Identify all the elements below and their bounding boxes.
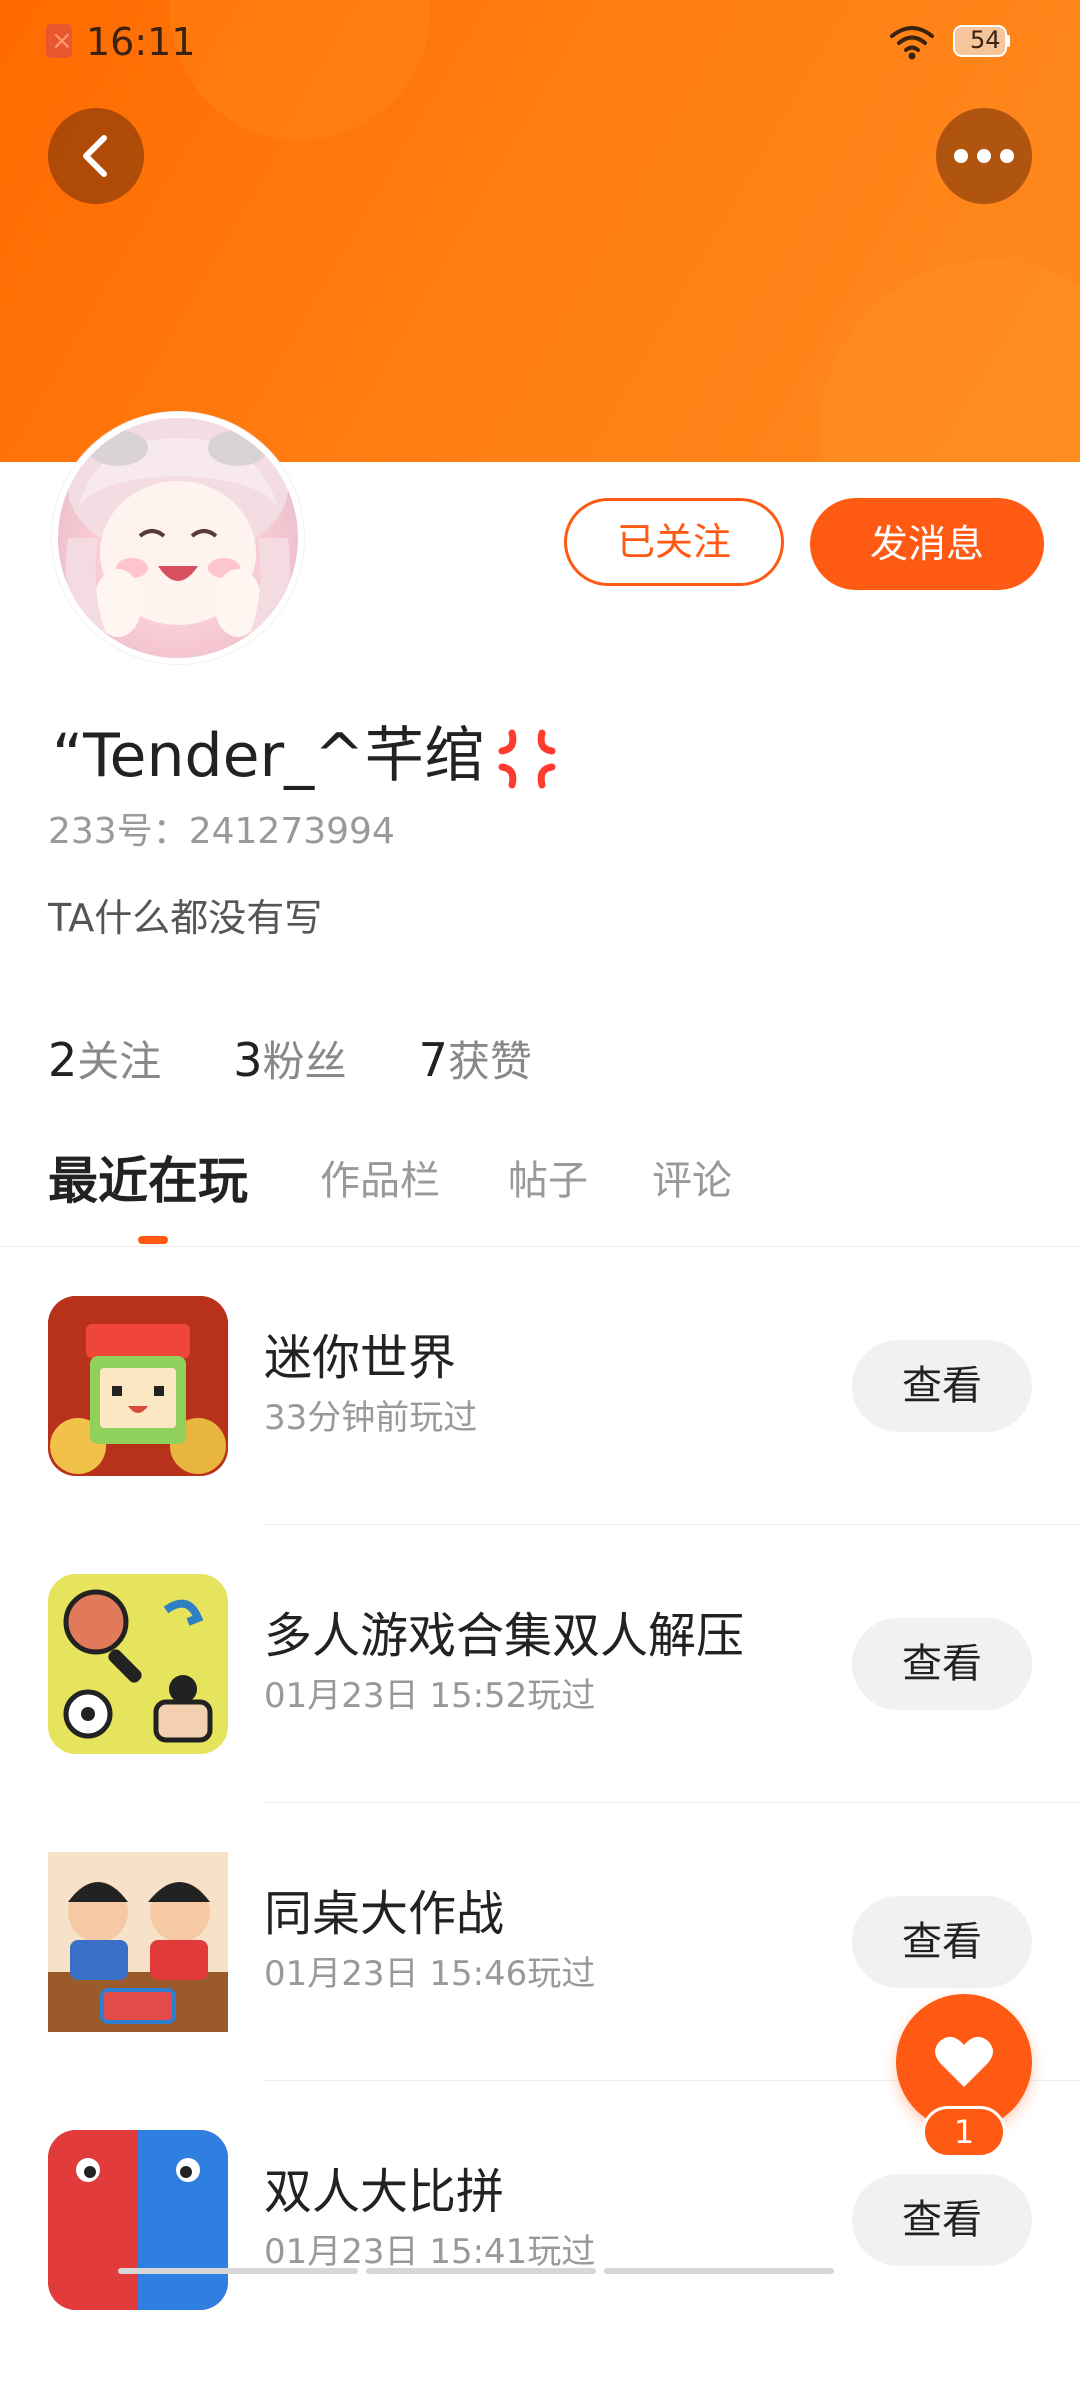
no-sim-icon <box>46 24 73 58</box>
scroll-segment <box>366 2268 596 2274</box>
view-button[interactable]: 查看 <box>852 1618 1032 1710</box>
game-title: 迷你世界 <box>264 1330 457 1386</box>
game-title: 同桌大作战 <box>264 1886 505 1942</box>
stat-label: 粉丝 <box>262 1037 347 1086</box>
send-message-button[interactable]: 发消息 <box>810 498 1044 590</box>
user-id: 233号：241273994 <box>48 811 395 852</box>
battery-level: 54 <box>970 26 1001 54</box>
stat-fans[interactable]: 3粉丝 <box>233 1030 346 1092</box>
avatar[interactable] <box>52 412 304 664</box>
username: “Tender_^芊绾 <box>52 716 564 796</box>
stat-number: 7 <box>418 1033 448 1087</box>
game-played-time: 01月23日 15:46玩过 <box>264 1954 596 1994</box>
tab-posts[interactable]: 帖子 <box>508 1146 588 1216</box>
tab-indicator <box>138 1236 168 1244</box>
game-icon-mini-world <box>48 1296 228 1476</box>
stat-likes[interactable]: 7获赞 <box>419 1030 532 1092</box>
tab-comments[interactable]: 评论 <box>652 1146 732 1216</box>
divider <box>264 1802 1080 1803</box>
game-title: 双人大比拼 <box>264 2164 505 2220</box>
user-bio: TA什么都没有写 <box>48 896 323 940</box>
two-player-artwork <box>48 2130 228 2310</box>
game-played-time: 33分钟前玩过 <box>264 1398 478 1438</box>
following-button[interactable]: 已关注 <box>564 498 784 586</box>
desk-battle-artwork <box>48 1852 228 2032</box>
scroll-segment <box>604 2268 834 2274</box>
back-button[interactable] <box>48 108 144 204</box>
heart-icon <box>935 2036 993 2087</box>
banner-decoration <box>820 260 1080 462</box>
game-row[interactable]: 多人游戏合集双人解压 01月23日 15:52玩过 查看 <box>0 1574 1080 1852</box>
game-played-time: 01月23日 15:52玩过 <box>264 1676 596 1716</box>
profile-stats: 2关注 3粉丝 7获赞 <box>48 1030 590 1090</box>
tab-works[interactable]: 作品栏 <box>320 1146 440 1216</box>
stat-number: 2 <box>48 1033 78 1087</box>
status-bar: 16:11 54 <box>0 0 1080 84</box>
view-button[interactable]: 查看 <box>852 1340 1032 1432</box>
game-icon-desk-battle <box>48 1852 228 2032</box>
view-button[interactable]: 查看 <box>852 1896 1032 1988</box>
more-horizontal-icon <box>954 149 1014 163</box>
like-count-badge: 1 <box>922 2106 1006 2158</box>
more-button[interactable] <box>936 108 1032 204</box>
game-title: 多人游戏合集双人解压 <box>264 1608 745 1664</box>
game-icon-multiplayer-collection <box>48 1574 228 1754</box>
anime-girl-illustration <box>66 418 290 658</box>
divider <box>264 1524 1080 1525</box>
username-text: “Tender_^芊绾 <box>52 721 485 791</box>
divider <box>0 1246 1080 1247</box>
mini-world-artwork <box>48 1296 228 1476</box>
multiplayer-artwork <box>48 1574 228 1754</box>
stat-label: 获赞 <box>447 1037 532 1086</box>
stat-number: 3 <box>233 1033 263 1087</box>
view-button[interactable]: 查看 <box>852 2174 1032 2266</box>
tab-recently-played[interactable]: 最近在玩 <box>48 1146 248 1216</box>
wifi-icon <box>890 26 934 60</box>
avatar-image <box>58 418 298 658</box>
stat-following[interactable]: 2关注 <box>48 1030 161 1092</box>
chevron-left-icon <box>83 135 107 177</box>
bottom-scroll-indicator <box>118 2268 962 2280</box>
stat-label: 关注 <box>77 1037 162 1086</box>
status-time: 16:11 <box>86 20 196 64</box>
game-row[interactable]: 迷你世界 33分钟前玩过 查看 <box>0 1296 1080 1574</box>
scroll-segment <box>118 2268 358 2274</box>
anger-symbol-icon <box>498 729 556 789</box>
game-icon-two-player-challenge <box>48 2130 228 2310</box>
